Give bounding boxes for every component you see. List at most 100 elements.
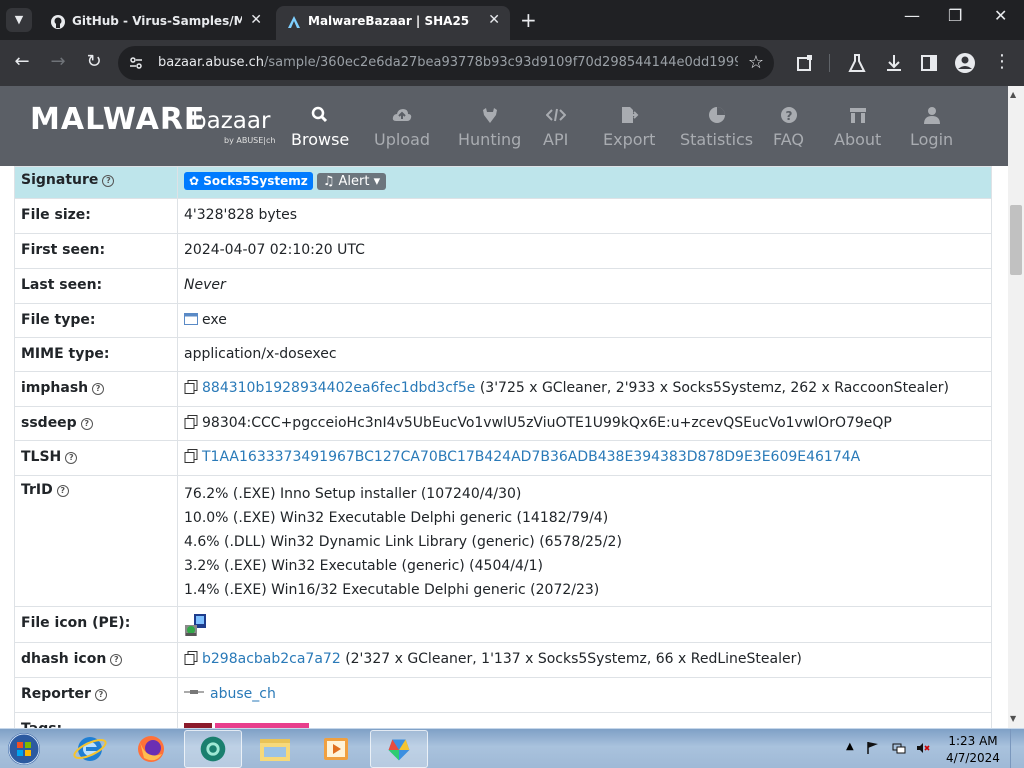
dhash-link[interactable]: b298acbab2ca7a72	[202, 651, 341, 667]
tab-github[interactable]: GitHub - Virus-Samples/Malw ✕	[40, 6, 272, 40]
close-window-icon[interactable]: ✕	[994, 6, 1007, 25]
restore-icon[interactable]: ❐	[948, 6, 962, 25]
nav-hunting[interactable]: Hunting	[458, 106, 521, 149]
help-icon[interactable]: ?	[94, 689, 107, 701]
scroll-down-arrow[interactable]: ▼	[1010, 714, 1016, 723]
ssdeep-value: 98304:CCC+pgcceioHc3nI4v5UbEucVo1vwlU5zV…	[202, 415, 892, 431]
bell-icon: ♫	[322, 174, 335, 189]
imphash-link[interactable]: 884310b1928934402ea6fec1dbd3cf5e	[202, 380, 475, 396]
volume-muted-icon[interactable]	[916, 741, 930, 755]
labs-flask-icon[interactable]	[846, 52, 868, 74]
nav-export[interactable]: Export	[603, 106, 655, 149]
table-row-dhash: dhash icon? b298acbab2ca7a72 (2'327 x GC…	[14, 642, 992, 678]
copy-icon[interactable]	[184, 651, 198, 665]
nav-faq[interactable]: ? FAQ	[773, 106, 804, 149]
file-explorer-icon[interactable]	[246, 730, 304, 768]
help-icon[interactable]: ?	[56, 485, 69, 497]
table-row-imphash: imphash? 884310b1928934402ea6fec1dbd3cf5…	[14, 371, 992, 407]
url-text: bazaar.abuse.ch/sample/360ec2e6da27bea93…	[158, 55, 738, 70]
logo-sub-text[interactable]: bazaar	[192, 108, 270, 134]
show-desktop-button[interactable]	[1010, 729, 1024, 768]
row-label: imphash?	[14, 371, 178, 407]
logo-main-text[interactable]: MALWARE	[30, 102, 205, 137]
forward-icon[interactable]: →	[46, 50, 70, 74]
row-value: application/x-dosexec	[177, 337, 992, 372]
colorful-app-icon[interactable]	[370, 730, 428, 768]
url-host: bazaar.abuse.ch	[158, 55, 265, 70]
row-value: exe	[177, 303, 992, 338]
download-icon[interactable]	[883, 52, 905, 74]
table-row-file-size: File size: 4'328'828 bytes	[14, 198, 992, 234]
new-tab-button[interactable]: +	[520, 8, 537, 32]
help-icon[interactable]: ?	[80, 418, 93, 430]
copy-icon[interactable]	[184, 380, 198, 394]
bookmark-star-icon[interactable]: ☆	[748, 52, 764, 73]
nav-statistics[interactable]: Statistics	[680, 106, 753, 149]
reporter-link[interactable]: abuse_ch	[210, 686, 276, 702]
help-icon[interactable]: ?	[102, 175, 115, 187]
code-icon	[545, 108, 566, 122]
scroll-up-arrow[interactable]: ▲	[1010, 90, 1016, 99]
minimize-icon[interactable]: —	[904, 6, 920, 25]
help-icon[interactable]: ?	[65, 452, 78, 464]
tab-search-button[interactable]: ▼	[6, 8, 32, 32]
reload-icon[interactable]: ↻	[82, 50, 106, 74]
table-row-tlsh: TLSH? T1AA1633373491967BC127CA70BC17B424…	[14, 440, 992, 476]
sample-details-table: Signature? ✿ Socks5Systemz ♫ Alert ▾ File…	[14, 166, 992, 728]
copy-icon[interactable]	[184, 415, 198, 429]
show-hidden-icons-arrow[interactable]: ▲	[846, 741, 854, 752]
tab-title: GitHub - Virus-Samples/Malw	[72, 14, 242, 28]
nav-about[interactable]: About	[834, 106, 881, 149]
media-player-icon[interactable]	[307, 730, 365, 768]
table-row-trid: TrID? 76.2% (.EXE) Inno Setup installer …	[14, 475, 992, 607]
back-icon[interactable]: ←	[10, 50, 34, 74]
action-center-flag-icon[interactable]	[866, 741, 880, 755]
nav-api[interactable]: API	[543, 106, 568, 149]
profile-avatar-icon[interactable]	[954, 52, 976, 74]
row-label: MIME type:	[14, 337, 178, 372]
chrome-app-icon[interactable]	[184, 730, 242, 768]
row-label: ssdeep?	[14, 406, 178, 441]
site-header: MALWARE bazaar by ABUSE|ch Browse Upload…	[0, 86, 1008, 166]
tab-malwarebazaar[interactable]: MalwareBazaar | SHA256 360e ✕	[276, 6, 510, 40]
nav-label: Hunting	[458, 130, 522, 149]
signature-badge[interactable]: ✿ Socks5Systemz	[184, 172, 313, 190]
reporter-logo-icon	[184, 690, 204, 694]
help-icon[interactable]: ?	[92, 383, 105, 395]
nav-label: Login	[910, 130, 954, 149]
row-value	[177, 606, 992, 643]
start-button-windows-icon[interactable]	[4, 731, 44, 767]
help-icon[interactable]: ?	[110, 654, 123, 666]
row-label: File size:	[14, 198, 178, 234]
copy-icon[interactable]	[184, 449, 198, 463]
row-label: Tags:	[14, 712, 178, 728]
page-scrollbar[interactable]	[1008, 86, 1024, 728]
network-icon[interactable]	[892, 741, 906, 755]
row-label: TLSH?	[14, 440, 178, 476]
row-label: First seen:	[14, 233, 178, 269]
scrollbar-thumb[interactable]	[1010, 205, 1022, 275]
tlsh-link[interactable]: T1AA1633373491967BC127CA70BC17B424AD7B36…	[202, 449, 860, 465]
row-value: 2024-04-07 02:10:20 UTC	[177, 233, 992, 269]
system-clock[interactable]: 1:23 AM 4/7/2024	[944, 733, 1002, 767]
side-panel-icon[interactable]	[918, 52, 940, 74]
row-value: 98304:CCC+pgcceioHc3nI4v5UbEucVo1vwlU5zV…	[177, 406, 992, 441]
close-tab-icon[interactable]: ✕	[488, 12, 500, 28]
address-bar[interactable]: bazaar.abuse.ch/sample/360ec2e6da27bea93…	[118, 46, 774, 80]
nav-upload[interactable]: Upload	[374, 106, 430, 149]
row-value: ✿ Socks5Systemz ♫ Alert ▾	[177, 166, 992, 199]
installer-icon	[185, 614, 206, 636]
extensions-icon[interactable]	[794, 52, 816, 74]
browser-menu-icon[interactable]: ⋮	[990, 50, 1014, 74]
nav-login[interactable]: Login	[910, 106, 953, 149]
site-info-icon[interactable]	[128, 55, 144, 71]
close-tab-icon[interactable]: ✕	[250, 12, 262, 28]
nav-label: FAQ	[773, 130, 804, 149]
exe-file-icon	[184, 313, 198, 325]
tab-title: MalwareBazaar | SHA256 360e	[308, 14, 470, 28]
firefox-icon[interactable]	[122, 730, 180, 768]
internet-explorer-icon[interactable]	[61, 730, 119, 768]
row-label: Reporter?	[14, 677, 178, 713]
alert-dropdown-button[interactable]: ♫ Alert ▾	[316, 173, 387, 190]
nav-browse[interactable]: Browse	[291, 106, 349, 149]
